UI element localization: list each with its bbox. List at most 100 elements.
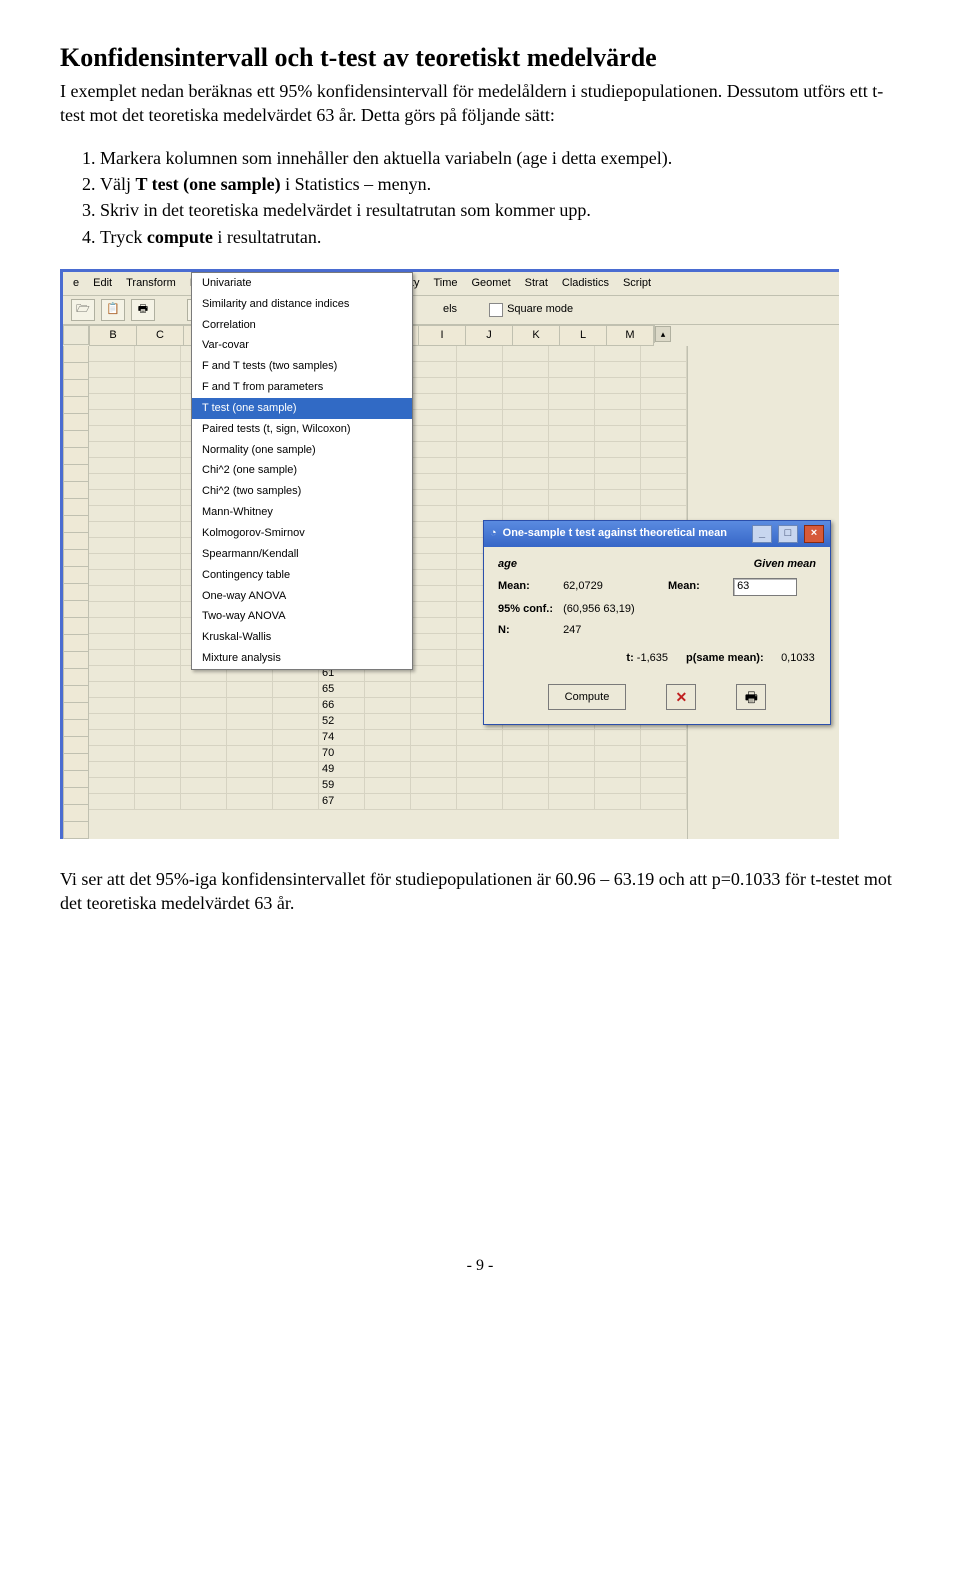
menu-item[interactable]: Strat bbox=[525, 276, 548, 291]
square-mode-checkbox[interactable]: Square mode bbox=[489, 302, 573, 317]
cell[interactable] bbox=[411, 794, 457, 810]
cell[interactable] bbox=[181, 698, 227, 714]
cell[interactable] bbox=[365, 730, 411, 746]
cell[interactable] bbox=[595, 426, 641, 442]
menu-item[interactable]: Time bbox=[433, 276, 457, 291]
cell[interactable]: 49 bbox=[319, 762, 365, 778]
menu-item[interactable]: Cladistics bbox=[562, 276, 609, 291]
cell[interactable] bbox=[595, 794, 641, 810]
cell[interactable] bbox=[411, 378, 457, 394]
cell[interactable] bbox=[89, 746, 135, 762]
cell[interactable] bbox=[641, 362, 687, 378]
menu-item[interactable]: Script bbox=[623, 276, 651, 291]
cell[interactable]: 67 bbox=[319, 794, 365, 810]
cell[interactable] bbox=[135, 778, 181, 794]
cell[interactable] bbox=[411, 490, 457, 506]
cell[interactable] bbox=[227, 762, 273, 778]
cell[interactable] bbox=[89, 362, 135, 378]
dropdown-item[interactable]: Chi^2 (one sample) bbox=[192, 460, 412, 481]
cell[interactable] bbox=[641, 746, 687, 762]
cell[interactable] bbox=[181, 794, 227, 810]
cell[interactable] bbox=[457, 778, 503, 794]
row-header[interactable] bbox=[63, 652, 89, 669]
cell[interactable] bbox=[411, 746, 457, 762]
cell[interactable]: 52 bbox=[319, 714, 365, 730]
cell[interactable] bbox=[135, 458, 181, 474]
column-header[interactable]: C bbox=[137, 325, 184, 346]
cell[interactable] bbox=[411, 474, 457, 490]
cell[interactable] bbox=[503, 490, 549, 506]
cell[interactable] bbox=[273, 682, 319, 698]
cell[interactable] bbox=[411, 522, 457, 538]
cell[interactable] bbox=[135, 730, 181, 746]
row-header[interactable] bbox=[63, 822, 89, 839]
toolbar-copy-icon[interactable]: 📋 bbox=[101, 299, 125, 321]
dropdown-item[interactable]: Paired tests (t, sign, Wilcoxon) bbox=[192, 419, 412, 440]
row-header[interactable] bbox=[63, 788, 89, 805]
cell[interactable] bbox=[503, 474, 549, 490]
cell[interactable] bbox=[89, 378, 135, 394]
cell[interactable] bbox=[641, 410, 687, 426]
cell[interactable] bbox=[89, 442, 135, 458]
cell[interactable] bbox=[227, 778, 273, 794]
cell[interactable] bbox=[135, 714, 181, 730]
cell[interactable] bbox=[503, 778, 549, 794]
cell[interactable] bbox=[411, 570, 457, 586]
cell[interactable] bbox=[641, 394, 687, 410]
dropdown-item[interactable]: T test (one sample) bbox=[192, 398, 412, 419]
cell[interactable] bbox=[549, 490, 595, 506]
cell[interactable] bbox=[411, 442, 457, 458]
cell[interactable] bbox=[457, 410, 503, 426]
menu-item[interactable]: Edit bbox=[93, 276, 112, 291]
cell[interactable] bbox=[411, 394, 457, 410]
cell[interactable] bbox=[89, 554, 135, 570]
dropdown-item[interactable]: Normality (one sample) bbox=[192, 440, 412, 461]
dropdown-item[interactable]: Correlation bbox=[192, 315, 412, 336]
cell[interactable] bbox=[89, 538, 135, 554]
cell[interactable] bbox=[411, 346, 457, 362]
cell[interactable]: 65 bbox=[319, 682, 365, 698]
row-header[interactable] bbox=[63, 533, 89, 550]
cell[interactable] bbox=[595, 458, 641, 474]
cell[interactable] bbox=[641, 458, 687, 474]
cell[interactable] bbox=[135, 570, 181, 586]
cell[interactable] bbox=[89, 474, 135, 490]
cell[interactable] bbox=[227, 698, 273, 714]
cell[interactable] bbox=[89, 394, 135, 410]
cell[interactable]: 59 bbox=[319, 778, 365, 794]
cell[interactable] bbox=[135, 506, 181, 522]
print-button-icon[interactable]: 🖶 bbox=[736, 684, 766, 710]
row-header[interactable] bbox=[63, 584, 89, 601]
cell[interactable] bbox=[595, 490, 641, 506]
cell[interactable] bbox=[273, 762, 319, 778]
dropdown-item[interactable]: Mixture analysis bbox=[192, 648, 412, 669]
cell[interactable] bbox=[89, 634, 135, 650]
cell[interactable] bbox=[89, 410, 135, 426]
cell[interactable] bbox=[641, 426, 687, 442]
cell[interactable] bbox=[135, 586, 181, 602]
cell[interactable] bbox=[595, 762, 641, 778]
cell[interactable] bbox=[135, 682, 181, 698]
cell[interactable] bbox=[89, 458, 135, 474]
cell[interactable] bbox=[595, 778, 641, 794]
row-header[interactable] bbox=[63, 771, 89, 788]
cell[interactable] bbox=[135, 666, 181, 682]
cell[interactable] bbox=[411, 682, 457, 698]
row-header[interactable] bbox=[63, 601, 89, 618]
cell[interactable] bbox=[227, 682, 273, 698]
cell[interactable] bbox=[503, 394, 549, 410]
cell[interactable] bbox=[135, 746, 181, 762]
dropdown-item[interactable]: Kruskal-Wallis bbox=[192, 627, 412, 648]
cell[interactable] bbox=[181, 730, 227, 746]
cell[interactable] bbox=[181, 778, 227, 794]
cell[interactable] bbox=[135, 554, 181, 570]
cell[interactable] bbox=[89, 346, 135, 362]
cell[interactable] bbox=[595, 442, 641, 458]
cell[interactable]: 74 bbox=[319, 730, 365, 746]
cell[interactable] bbox=[135, 362, 181, 378]
row-header[interactable] bbox=[63, 754, 89, 771]
cell[interactable] bbox=[595, 378, 641, 394]
cell[interactable] bbox=[181, 682, 227, 698]
cell[interactable] bbox=[595, 474, 641, 490]
cell[interactable] bbox=[411, 586, 457, 602]
